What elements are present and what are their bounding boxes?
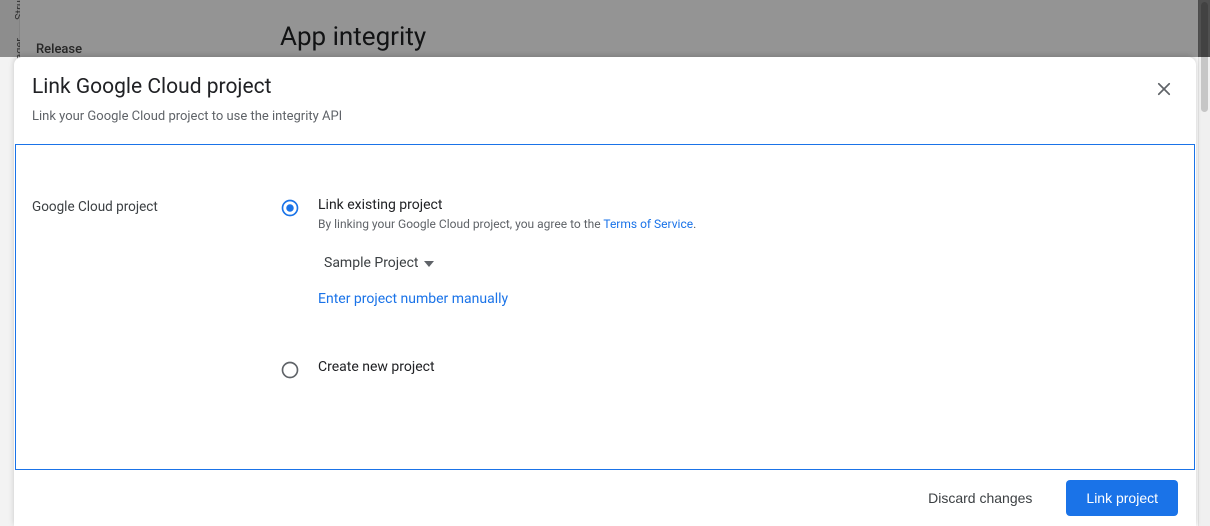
close-icon — [1155, 80, 1173, 98]
desc-prefix: By linking your Google Cloud project, yo… — [318, 217, 603, 231]
close-button[interactable] — [1146, 71, 1182, 107]
option-body: Link existing project By linking your Go… — [318, 197, 696, 231]
option-link-existing[interactable]: Link existing project By linking your Go… — [280, 197, 1170, 231]
chevron-down-icon — [424, 255, 434, 271]
dialog-subtitle: Link your Google Cloud project to use th… — [32, 109, 1172, 124]
link-project-dialog: Link Google Cloud project Link your Goog… — [14, 57, 1196, 526]
radio-unselected-icon — [280, 360, 300, 380]
option-label: Create new project — [318, 359, 435, 375]
bg-scrollbar — [1198, 0, 1210, 526]
enter-project-number-link[interactable]: Enter project number manually — [318, 291, 1170, 307]
option-label: Link existing project — [318, 197, 696, 213]
option-description: By linking your Google Cloud project, yo… — [318, 217, 696, 231]
section-label: Google Cloud project — [32, 197, 280, 215]
dialog-form: Google Cloud project Link existing proje… — [15, 144, 1195, 470]
dialog-footer: Discard changes Link project — [14, 470, 1196, 526]
dialog-header: Link Google Cloud project Link your Goog… — [14, 57, 1196, 130]
project-select-dropdown[interactable]: Sample Project — [324, 255, 434, 271]
desc-suffix: . — [693, 217, 696, 231]
link-project-button[interactable]: Link project — [1066, 480, 1178, 516]
dialog-title: Link Google Cloud project — [32, 75, 1172, 99]
option-create-new[interactable]: Create new project — [280, 359, 1170, 380]
discard-changes-button[interactable]: Discard changes — [908, 480, 1052, 516]
terms-of-service-link[interactable]: Terms of Service — [603, 217, 693, 231]
modal-scrim — [1198, 0, 1210, 57]
modal-scrim — [0, 0, 1210, 57]
option-body: Create new project — [318, 359, 435, 375]
selected-project-name: Sample Project — [324, 255, 418, 271]
options-group: Link existing project By linking your Go… — [280, 197, 1170, 384]
radio-selected-icon — [280, 198, 300, 218]
